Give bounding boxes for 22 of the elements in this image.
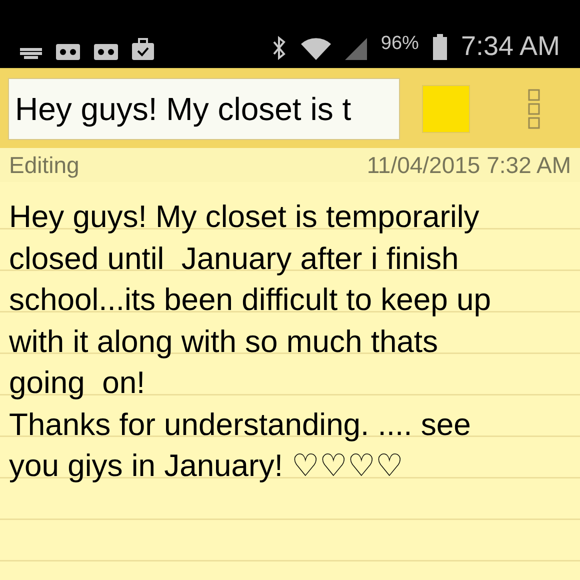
battery-level: 96% (380, 32, 419, 56)
note-text-line: with it along with so much thats (9, 322, 438, 360)
wifi-icon (300, 38, 331, 60)
more-options-icon[interactable] (528, 88, 540, 128)
clock: 7:34 AM (460, 33, 560, 60)
bluetooth-icon (270, 36, 287, 60)
note-text-line: you giys in January! ♡♡♡♡ (9, 447, 404, 485)
keyboard-icon (20, 46, 42, 60)
timestamp: 11/04/2015 7:32 AM (366, 150, 571, 180)
note-text-line: Thanks for understanding. .... see (9, 406, 471, 444)
note-text-line: school...its been difficult to keep up (9, 281, 491, 319)
battery-icon (432, 34, 447, 60)
title-field[interactable]: Hey guys! My closet is t (8, 78, 400, 140)
signal-icon (344, 38, 367, 60)
voicemail-icon (94, 44, 118, 60)
note-text-line: Hey guys! My closet is temporarily (9, 198, 480, 236)
voicemail-icon (56, 44, 80, 60)
note-text-line: closed until January after i finish (9, 240, 459, 278)
mode-label: Editing (9, 150, 80, 180)
color-swatch[interactable] (422, 84, 470, 132)
note-text-line: going on! (9, 364, 146, 402)
briefcase-icon (132, 38, 154, 60)
